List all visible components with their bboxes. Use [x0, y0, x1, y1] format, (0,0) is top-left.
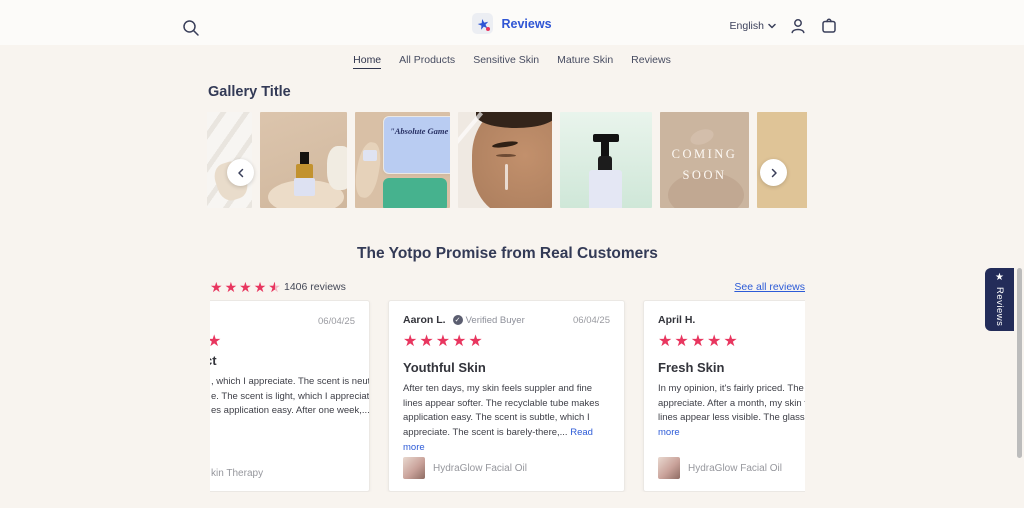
- review-card[interactable]: April H. ★★★★★ Fresh Skin In my opinion,…: [643, 300, 805, 492]
- language-selector[interactable]: English: [730, 20, 776, 32]
- cart-icon[interactable]: [820, 17, 838, 35]
- review-title: Youthful Skin: [403, 360, 486, 375]
- chevron-left-icon: [237, 168, 243, 177]
- review-text-line: es application easy. After one week,...: [211, 405, 370, 417]
- reviews-summary: ★★★★★★ 1406 reviews See all reviews: [210, 279, 805, 295]
- gallery-tile-pump-bottle[interactable]: [560, 112, 652, 208]
- product-name[interactable]: HydraGlow Facial Oil: [688, 463, 782, 474]
- gallery-tile-face-serum[interactable]: [458, 112, 552, 208]
- chevron-right-icon: [771, 168, 777, 177]
- product-name-fragment[interactable]: kin Therapy: [211, 468, 263, 479]
- header: ★ Reviews English: [0, 0, 1024, 45]
- verified-buyer-badge: ✓ Verified Buyer: [452, 315, 525, 326]
- review-date: 06/04/25: [573, 314, 610, 326]
- chevron-down-icon: [768, 23, 776, 29]
- review-card[interactable]: Aaron L. ✓ Verified Buyer 06/04/25 ★★★★★…: [388, 300, 625, 492]
- gallery-tile-dropper-bottle[interactable]: [260, 112, 347, 208]
- product-thumbnail: [403, 457, 425, 479]
- gallery-title: Gallery Title: [208, 84, 291, 100]
- product-thumbnail: [658, 457, 680, 479]
- page-scrollbar[interactable]: [1017, 268, 1022, 458]
- nav-all-products[interactable]: All Products: [399, 54, 455, 69]
- main-nav: Home All Products Sensitive Skin Mature …: [0, 54, 1024, 69]
- verified-check-icon: ✓: [452, 315, 463, 325]
- review-text-line: In my opinion, it's fairly priced. The s…: [658, 383, 805, 394]
- star-icon: ★: [210, 331, 221, 351]
- review-text-line: e. The scent is light, which I appreciat…: [211, 390, 370, 402]
- review-author: Aaron L.: [403, 314, 446, 326]
- nav-mature-skin[interactable]: Mature Skin: [557, 54, 613, 69]
- nav-reviews[interactable]: Reviews: [631, 54, 671, 69]
- see-all-reviews-link[interactable]: See all reviews: [734, 281, 805, 293]
- gallery-tile-quote-collage[interactable]: "Absolute Game Changer": [355, 112, 450, 208]
- carousel-next-button[interactable]: [760, 159, 787, 186]
- coming-soon-label: COMING SOON: [671, 147, 738, 183]
- quote-text: "Absolute Game Changer": [390, 126, 450, 136]
- review-title-fragment: ct: [210, 353, 217, 368]
- logo[interactable]: ★ Reviews: [0, 13, 1024, 34]
- reviews-tab-label: Reviews: [994, 286, 1005, 327]
- gallery-carousel: "Absolute Game Changer" COMING SOON: [207, 112, 807, 208]
- nav-sensitive-skin[interactable]: Sensitive Skin: [473, 54, 539, 69]
- carousel-prev-button[interactable]: [227, 159, 254, 186]
- nav-home[interactable]: Home: [353, 54, 382, 69]
- review-text-line: appreciate. After a month, my skin feels…: [658, 397, 805, 409]
- review-body: After ten days, my skin feels suppler an…: [403, 383, 600, 453]
- review-date: 06/04/25: [318, 316, 355, 327]
- review-text-line: , which I appreciate. The scent is neutr…: [211, 376, 370, 387]
- gallery-tile-coming-soon[interactable]: COMING SOON: [660, 112, 749, 208]
- reviews-count: 1406 reviews: [284, 281, 346, 293]
- summary-star-rating: ★★★★★★: [210, 279, 283, 295]
- product-name[interactable]: HydraGlow Facial Oil: [433, 463, 527, 474]
- review-card-partial[interactable]: 06/04/25 ★ ct , which I appreciate. The …: [210, 300, 370, 492]
- review-star-rating: ★★★★★: [658, 333, 740, 350]
- review-author: April H.: [658, 314, 696, 326]
- logo-star-icon: ★: [472, 13, 494, 34]
- account-icon[interactable]: [789, 17, 807, 35]
- review-text-line: lines appear less visible. The glass dro…: [658, 412, 805, 424]
- reviews-heading: The Yotpo Promise from Real Customers: [357, 245, 658, 262]
- logo-text: Reviews: [501, 16, 552, 31]
- gallery-tile-gua-sha[interactable]: [757, 112, 807, 208]
- language-label: English: [729, 20, 764, 32]
- read-more-link[interactable]: more: [658, 426, 805, 441]
- review-title: Fresh Skin: [658, 360, 725, 375]
- review-cards-carousel: 06/04/25 ★ ct , which I appreciate. The …: [210, 300, 805, 492]
- star-icon: ★: [995, 271, 1004, 283]
- reviews-floating-tab[interactable]: ★ Reviews: [985, 268, 1014, 331]
- review-star-rating: ★★★★★: [403, 333, 485, 350]
